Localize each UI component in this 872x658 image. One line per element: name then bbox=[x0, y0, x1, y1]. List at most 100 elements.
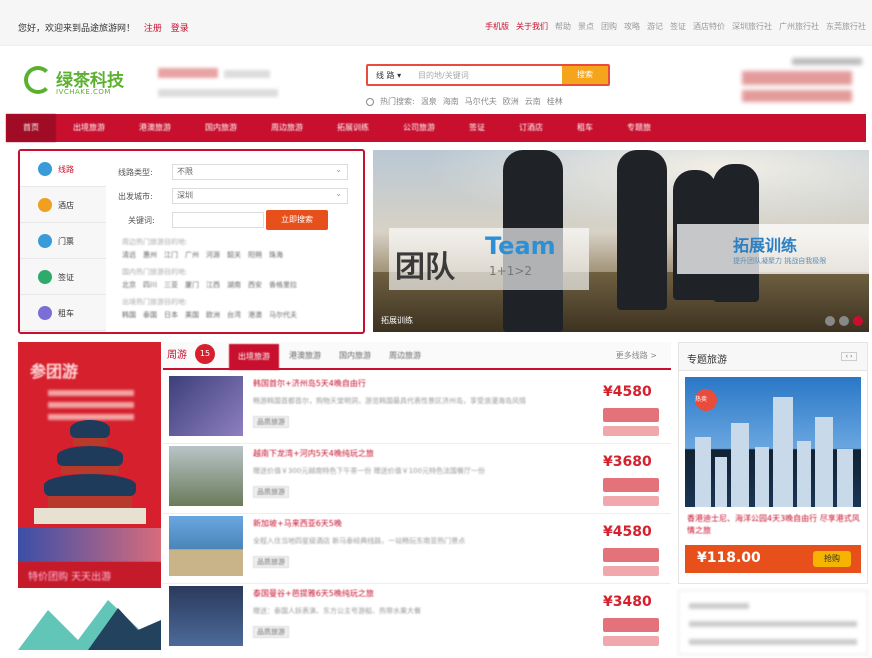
destination-link[interactable]: 珠海 bbox=[269, 250, 283, 260]
destination-link[interactable]: 湖南 bbox=[227, 280, 241, 290]
nav-item[interactable]: 港澳旅游 bbox=[122, 114, 188, 142]
route-type-select[interactable]: 不限 bbox=[172, 163, 348, 180]
nav-item[interactable]: 签证 bbox=[452, 114, 502, 142]
carousel-dot[interactable] bbox=[839, 316, 849, 326]
top-link[interactable]: 景点 bbox=[578, 21, 594, 32]
destination-link[interactable]: 西安 bbox=[248, 280, 262, 290]
detail-button[interactable] bbox=[603, 636, 659, 646]
route-title[interactable]: 越南下龙湾+河内5天4晚纯玩之旅 bbox=[253, 448, 374, 459]
buy-now-button[interactable]: 抢购 bbox=[813, 551, 851, 567]
route-thumbnail[interactable] bbox=[169, 586, 243, 646]
top-link[interactable]: 酒店特价 bbox=[693, 21, 725, 32]
top-link[interactable]: 广州旅行社 bbox=[779, 21, 819, 32]
outdoor-ad[interactable] bbox=[18, 590, 161, 655]
destination-link[interactable]: 欧洲 bbox=[206, 310, 220, 320]
nav-item[interactable]: 公司旅游 bbox=[386, 114, 452, 142]
route-thumbnail[interactable] bbox=[169, 446, 243, 506]
departure-city-select[interactable]: 深圳 bbox=[172, 187, 348, 204]
route-title[interactable]: 泰国曼谷+芭提雅6天5晚纯玩之旅 bbox=[253, 588, 374, 599]
list-item[interactable]: 泰国曼谷+芭提雅6天5晚纯玩之旅 赠送：泰国人妖表演、东方公主号游船、热带水果大… bbox=[163, 586, 671, 654]
login-link[interactable]: 登录 bbox=[171, 24, 189, 34]
search-now-button[interactable]: 立即搜索 bbox=[266, 210, 328, 230]
book-button[interactable] bbox=[603, 478, 659, 492]
carousel-dot-active[interactable] bbox=[853, 316, 863, 326]
top-link[interactable]: 游记 bbox=[647, 21, 663, 32]
top-link[interactable]: 攻略 bbox=[624, 21, 640, 32]
destination-link[interactable]: 美国 bbox=[185, 310, 199, 320]
more-routes-link[interactable]: 更多线路 > bbox=[616, 350, 657, 361]
group-tour-ad[interactable]: 参团游 特价团购 天天出游 bbox=[18, 342, 161, 588]
nav-item[interactable]: 订酒店 bbox=[502, 114, 560, 142]
route-title[interactable]: 韩国首尔+济州岛5天4晚自由行 bbox=[253, 378, 366, 389]
tab-nearby[interactable]: 周边旅游 bbox=[389, 350, 421, 361]
tab-hotel[interactable]: 酒店 bbox=[20, 187, 106, 223]
destination-link[interactable]: 日本 bbox=[164, 310, 178, 320]
detail-button[interactable] bbox=[603, 496, 659, 506]
list-item[interactable]: 新加坡+马来西亚6天5晚 全程入住当地四星级酒店 新马泰经典线路，一站畅玩东南亚… bbox=[163, 516, 671, 584]
destination-link[interactable]: 台湾 bbox=[227, 310, 241, 320]
nav-item[interactable]: 出境旅游 bbox=[56, 114, 122, 142]
destination-link[interactable]: 广州 bbox=[185, 250, 199, 260]
destination-link[interactable]: 清远 bbox=[122, 250, 136, 260]
hot-word[interactable]: 云南 bbox=[525, 96, 541, 107]
tab-domestic[interactable]: 国内旅游 bbox=[339, 350, 371, 361]
hot-word[interactable]: 桂林 bbox=[547, 96, 563, 107]
top-link[interactable]: 关于我们 bbox=[516, 21, 548, 32]
route-thumbnail[interactable] bbox=[169, 376, 243, 436]
search-input[interactable]: 目的地/关键词 bbox=[418, 70, 469, 81]
destination-link[interactable]: 香格里拉 bbox=[269, 280, 297, 290]
book-button[interactable] bbox=[603, 618, 659, 632]
destination-link[interactable]: 厦门 bbox=[185, 280, 199, 290]
nav-item[interactable]: 国内旅游 bbox=[188, 114, 254, 142]
list-item[interactable]: 韩国首尔+济州岛5天4晚自由行 畅游韩国首都首尔，购物天堂明洞，游览韩国最具代表… bbox=[163, 376, 671, 444]
tab-visa[interactable]: 签证 bbox=[20, 259, 106, 295]
top-link[interactable]: 东莞旅行社 bbox=[826, 21, 866, 32]
site-logo[interactable]: 绿茶科技 IVCHAKE.COM bbox=[24, 66, 144, 102]
destination-link[interactable]: 江门 bbox=[164, 250, 178, 260]
detail-button[interactable] bbox=[603, 426, 659, 436]
tab-hk-macau[interactable]: 港澳旅游 bbox=[289, 350, 321, 361]
tab-car-rental[interactable]: 租车 bbox=[20, 295, 106, 331]
nav-item[interactable]: 专题旅 bbox=[610, 114, 668, 142]
tab-tickets[interactable]: 门票 bbox=[20, 223, 106, 259]
nav-item[interactable]: 拓展训练 bbox=[320, 114, 386, 142]
destination-link[interactable]: 惠州 bbox=[143, 250, 157, 260]
nav-item[interactable]: 租车 bbox=[560, 114, 610, 142]
book-button[interactable] bbox=[603, 548, 659, 562]
route-title[interactable]: 新加坡+马来西亚6天5晚 bbox=[253, 518, 342, 529]
hot-word[interactable]: 欧洲 bbox=[503, 96, 519, 107]
tab-routes[interactable]: 线路 bbox=[20, 151, 106, 187]
hot-word[interactable]: 海南 bbox=[443, 96, 459, 107]
top-link[interactable]: 手机版 bbox=[485, 21, 509, 32]
destination-link[interactable]: 泰国 bbox=[143, 310, 157, 320]
destination-link[interactable]: 河源 bbox=[206, 250, 220, 260]
destination-link[interactable]: 马尔代夫 bbox=[269, 310, 297, 320]
hong-kong-skyline-image[interactable]: 热卖 bbox=[685, 377, 861, 507]
tour-description[interactable]: 香港迪士尼、海洋公园4天3晚自由行 尽享港式风情之旅 bbox=[687, 513, 863, 537]
search-type-select[interactable]: 线 路 ▾ bbox=[376, 70, 401, 81]
nav-item-home[interactable]: 首页 bbox=[6, 114, 56, 142]
nav-item[interactable]: 周边旅游 bbox=[254, 114, 320, 142]
hero-banner[interactable]: 团队 Team 1+1>2 拓展训练 提升团队凝聚力 挑战自我极限 拓展训练 bbox=[373, 150, 869, 332]
keyword-input[interactable] bbox=[172, 212, 264, 228]
register-link[interactable]: 注册 bbox=[144, 24, 162, 34]
top-link[interactable]: 深圳旅行社 bbox=[732, 21, 772, 32]
carousel-dot[interactable] bbox=[825, 316, 835, 326]
book-button[interactable] bbox=[603, 408, 659, 422]
panel-arrows-icon[interactable]: ‹ › bbox=[841, 352, 857, 361]
hot-word[interactable]: 温泉 bbox=[421, 96, 437, 107]
destination-link[interactable]: 韶关 bbox=[227, 250, 241, 260]
tab-outbound[interactable]: 出境旅游 bbox=[229, 344, 279, 370]
top-link[interactable]: 签证 bbox=[670, 21, 686, 32]
destination-link[interactable]: 韩国 bbox=[122, 310, 136, 320]
hot-word[interactable]: 马尔代夫 bbox=[465, 96, 497, 107]
detail-button[interactable] bbox=[603, 566, 659, 576]
destination-link[interactable]: 四川 bbox=[143, 280, 157, 290]
destination-link[interactable]: 北京 bbox=[122, 280, 136, 290]
search-button[interactable]: 搜索 bbox=[562, 66, 608, 84]
destination-link[interactable]: 三亚 bbox=[164, 280, 178, 290]
destination-link[interactable]: 阳朔 bbox=[248, 250, 262, 260]
top-link[interactable]: 帮助 bbox=[555, 21, 571, 32]
destination-link[interactable]: 港澳 bbox=[248, 310, 262, 320]
destination-link[interactable]: 江西 bbox=[206, 280, 220, 290]
